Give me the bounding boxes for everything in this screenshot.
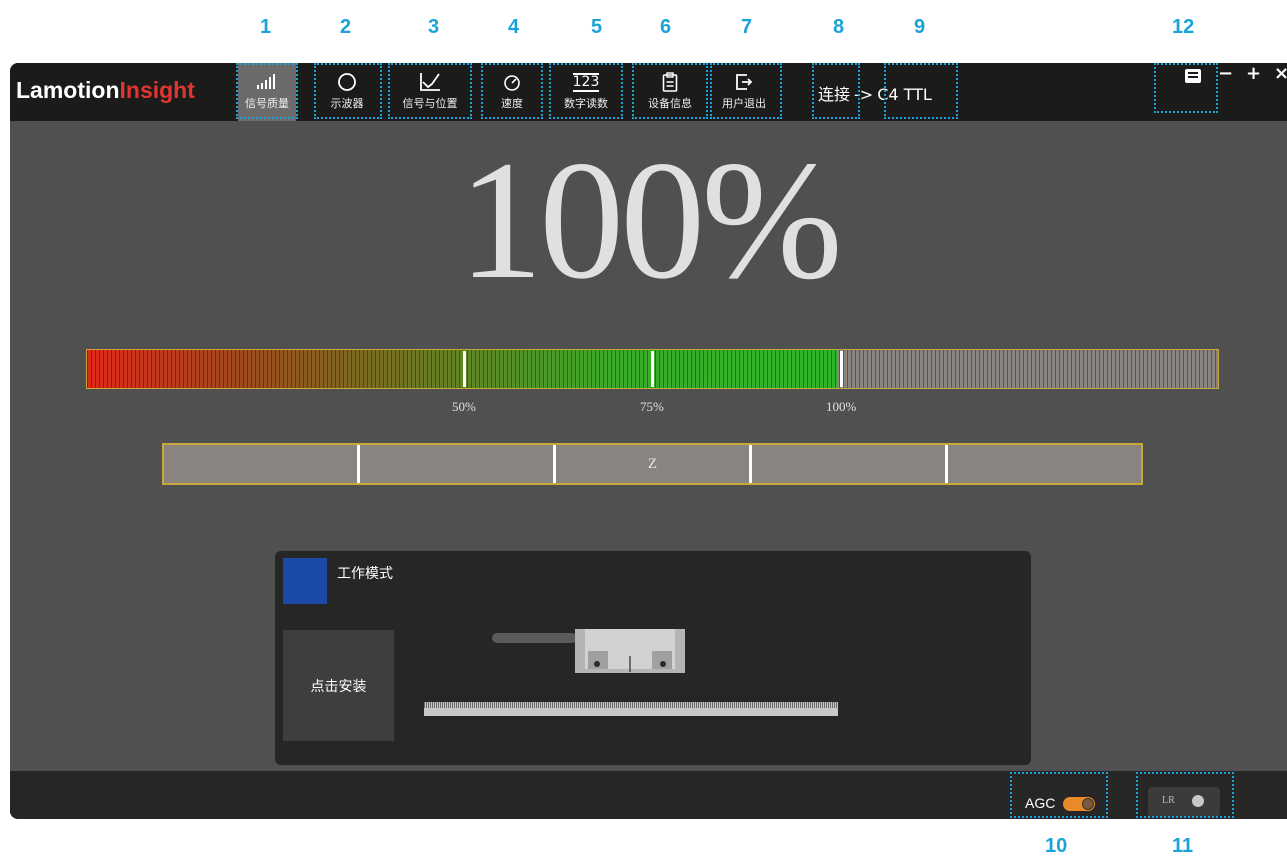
maximize-button[interactable]: + xyxy=(1246,63,1261,84)
z-index-bar: Z xyxy=(162,443,1143,485)
highlight-9 xyxy=(884,63,958,119)
callout-8: 8 xyxy=(833,16,845,38)
highlight-11 xyxy=(1136,772,1234,818)
mark-label-100: 100% xyxy=(826,399,857,414)
callout-11: 11 xyxy=(1172,835,1194,857)
z-label: Z xyxy=(647,456,658,472)
app-logo: LamotionInsight xyxy=(16,77,195,104)
callout-6: 6 xyxy=(660,16,672,38)
highlight-4 xyxy=(481,63,543,119)
signal-quality-bar xyxy=(86,349,1219,389)
highlight-5 xyxy=(549,63,623,119)
highlight-7 xyxy=(710,63,782,119)
sensor-illustration xyxy=(424,629,838,716)
mode-label: 工作模式 xyxy=(337,566,393,582)
callout-5: 5 xyxy=(591,16,603,38)
logo-accent: Insight xyxy=(119,77,195,103)
app-window: LamotionInsight 信号质量 示波器 信号与位置 速度 123 数字… xyxy=(10,63,1287,819)
highlight-1 xyxy=(236,63,298,119)
install-button[interactable]: 点击安装 xyxy=(283,630,394,741)
mode-color-indicator xyxy=(283,558,327,604)
close-button[interactable]: × xyxy=(1274,63,1287,84)
highlight-8 xyxy=(812,63,860,119)
tick-75 xyxy=(651,351,654,387)
mark-label-50: 50% xyxy=(452,399,476,414)
logo-main: Lamotion xyxy=(16,77,120,103)
tick-50 xyxy=(463,351,466,387)
callout-9: 9 xyxy=(914,16,926,38)
highlight-6 xyxy=(632,63,708,119)
callout-1: 1 xyxy=(260,16,272,38)
highlight-12 xyxy=(1154,63,1218,113)
signal-percent: 100% xyxy=(458,126,843,314)
callout-3: 3 xyxy=(428,16,440,38)
minimize-button[interactable]: − xyxy=(1218,63,1233,84)
mark-label-75: 75% xyxy=(640,399,664,414)
callout-4: 4 xyxy=(508,16,520,38)
callout-10: 10 xyxy=(1045,835,1068,857)
highlight-3 xyxy=(388,63,472,119)
callout-7: 7 xyxy=(741,16,753,38)
highlight-10 xyxy=(1010,772,1108,818)
work-mode-panel: 工作模式 点击安装 xyxy=(275,551,1031,765)
tick-100 xyxy=(840,351,843,387)
callout-2: 2 xyxy=(340,16,352,38)
callout-12: 12 xyxy=(1172,16,1195,38)
highlight-2 xyxy=(314,63,382,119)
